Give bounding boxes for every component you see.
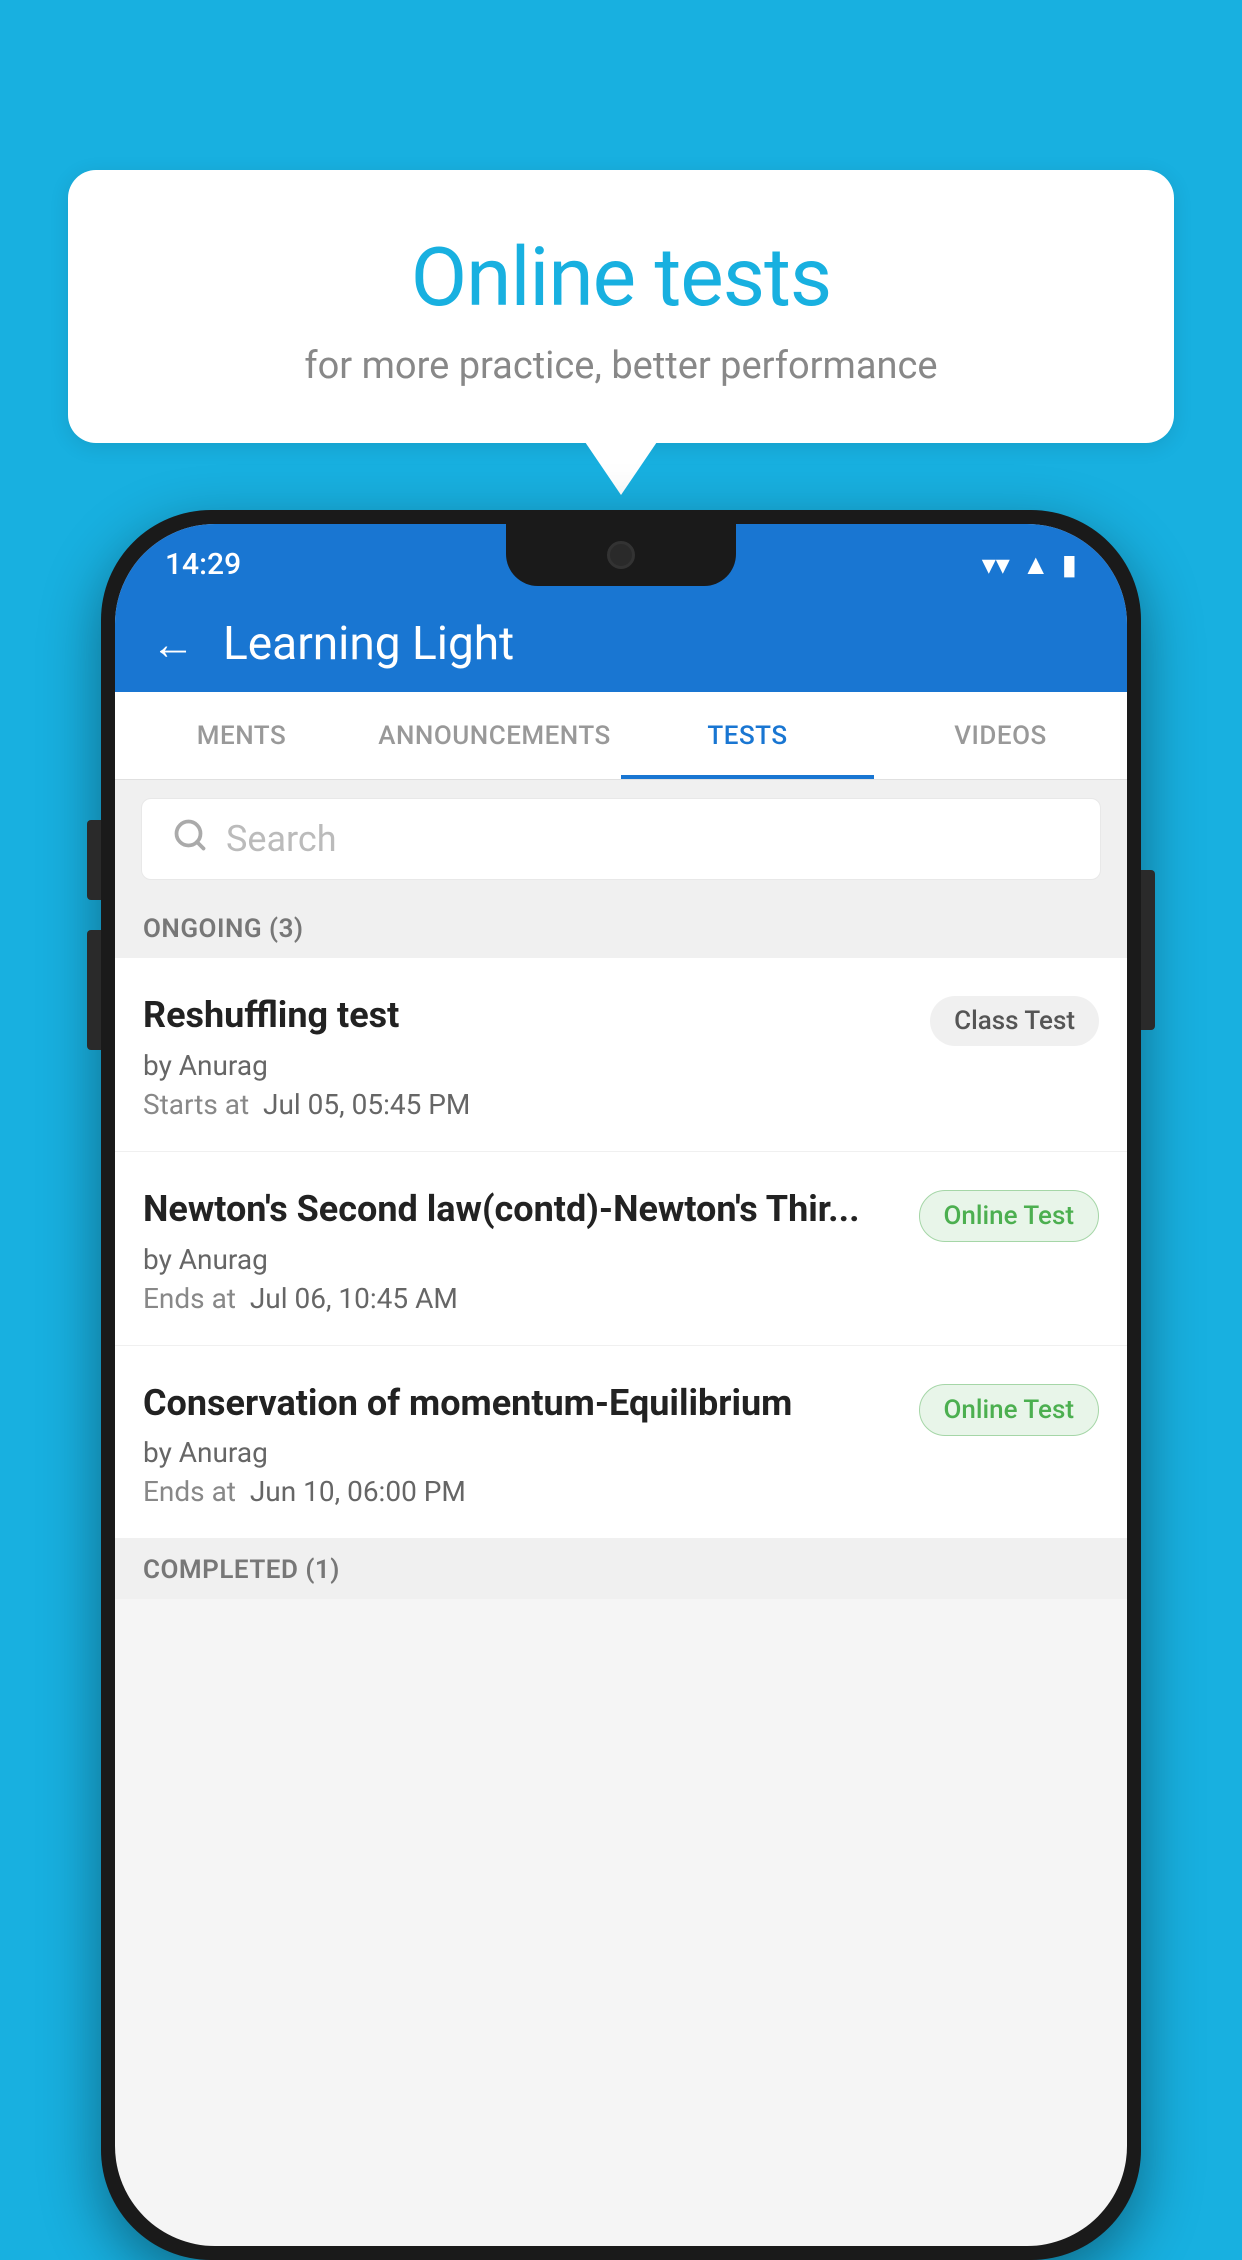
test-info-2: Newton's Second law(contd)-Newton's Thir…: [143, 1186, 903, 1315]
time-label-1: Starts at: [143, 1088, 249, 1121]
test-badge-2: Online Test: [919, 1190, 1100, 1242]
side-button-power: [1141, 870, 1155, 1030]
test-author-2: by Anurag: [143, 1243, 903, 1276]
test-item-3[interactable]: Conservation of momentum-Equilibrium by …: [115, 1346, 1127, 1540]
test-info-3: Conservation of momentum-Equilibrium by …: [143, 1380, 903, 1509]
search-bar[interactable]: Search: [141, 798, 1101, 880]
phone-container: 14:29 ▾▾ ▲ ▮ ← Learning Light MENTS ANNO…: [101, 510, 1141, 2260]
test-time-1: Starts at Jul 05, 05:45 PM: [143, 1088, 914, 1121]
time-label-2: Ends at: [143, 1282, 236, 1315]
app-header-title: Learning Light: [223, 617, 514, 671]
phone-outer: 14:29 ▾▾ ▲ ▮ ← Learning Light MENTS ANNO…: [101, 510, 1141, 2260]
phone-screen: 14:29 ▾▾ ▲ ▮ ← Learning Light MENTS ANNO…: [115, 524, 1127, 2246]
ongoing-section-header: ONGOING (3): [115, 898, 1127, 958]
test-badge-3: Online Test: [919, 1384, 1100, 1436]
test-author-1: by Anurag: [143, 1049, 914, 1082]
search-icon: [172, 817, 208, 862]
app-header: ← Learning Light: [115, 596, 1127, 692]
battery-icon: ▮: [1062, 548, 1077, 581]
status-time: 14:29: [165, 547, 241, 582]
front-camera: [607, 541, 635, 569]
tab-ments[interactable]: MENTS: [115, 692, 368, 779]
test-item-1[interactable]: Reshuffling test by Anurag Starts at Jul…: [115, 958, 1127, 1152]
bubble-subtitle: for more practice, better performance: [118, 344, 1124, 388]
test-badge-1: Class Test: [930, 996, 1099, 1046]
back-button[interactable]: ←: [151, 618, 195, 670]
search-container: Search: [115, 780, 1127, 898]
test-time-2: Ends at Jul 06, 10:45 AM: [143, 1282, 903, 1315]
speech-bubble-container: Online tests for more practice, better p…: [68, 170, 1174, 443]
test-list: Reshuffling test by Anurag Starts at Jul…: [115, 958, 1127, 1539]
test-name-3: Conservation of momentum-Equilibrium: [143, 1380, 903, 1427]
test-name-1: Reshuffling test: [143, 992, 914, 1039]
signal-icon: ▲: [1022, 548, 1050, 581]
wifi-icon: ▾▾: [982, 548, 1010, 581]
status-icons: ▾▾ ▲ ▮: [982, 548, 1077, 581]
test-time-3: Ends at Jun 10, 06:00 PM: [143, 1475, 903, 1508]
side-button-volume-up: [87, 820, 101, 900]
test-info-1: Reshuffling test by Anurag Starts at Jul…: [143, 992, 914, 1121]
test-item-2[interactable]: Newton's Second law(contd)-Newton's Thir…: [115, 1152, 1127, 1346]
bubble-title: Online tests: [118, 230, 1124, 326]
tab-tests[interactable]: TESTS: [621, 692, 874, 779]
tab-announcements[interactable]: ANNOUNCEMENTS: [368, 692, 621, 779]
speech-bubble: Online tests for more practice, better p…: [68, 170, 1174, 443]
completed-section-header: COMPLETED (1): [115, 1539, 1127, 1599]
test-author-3: by Anurag: [143, 1436, 903, 1469]
time-label-3: Ends at: [143, 1475, 236, 1508]
tab-bar: MENTS ANNOUNCEMENTS TESTS VIDEOS: [115, 692, 1127, 780]
phone-notch: [506, 524, 736, 586]
tab-videos[interactable]: VIDEOS: [874, 692, 1127, 779]
test-name-2: Newton's Second law(contd)-Newton's Thir…: [143, 1186, 903, 1233]
side-button-volume-down: [87, 930, 101, 1050]
search-placeholder: Search: [226, 818, 337, 860]
